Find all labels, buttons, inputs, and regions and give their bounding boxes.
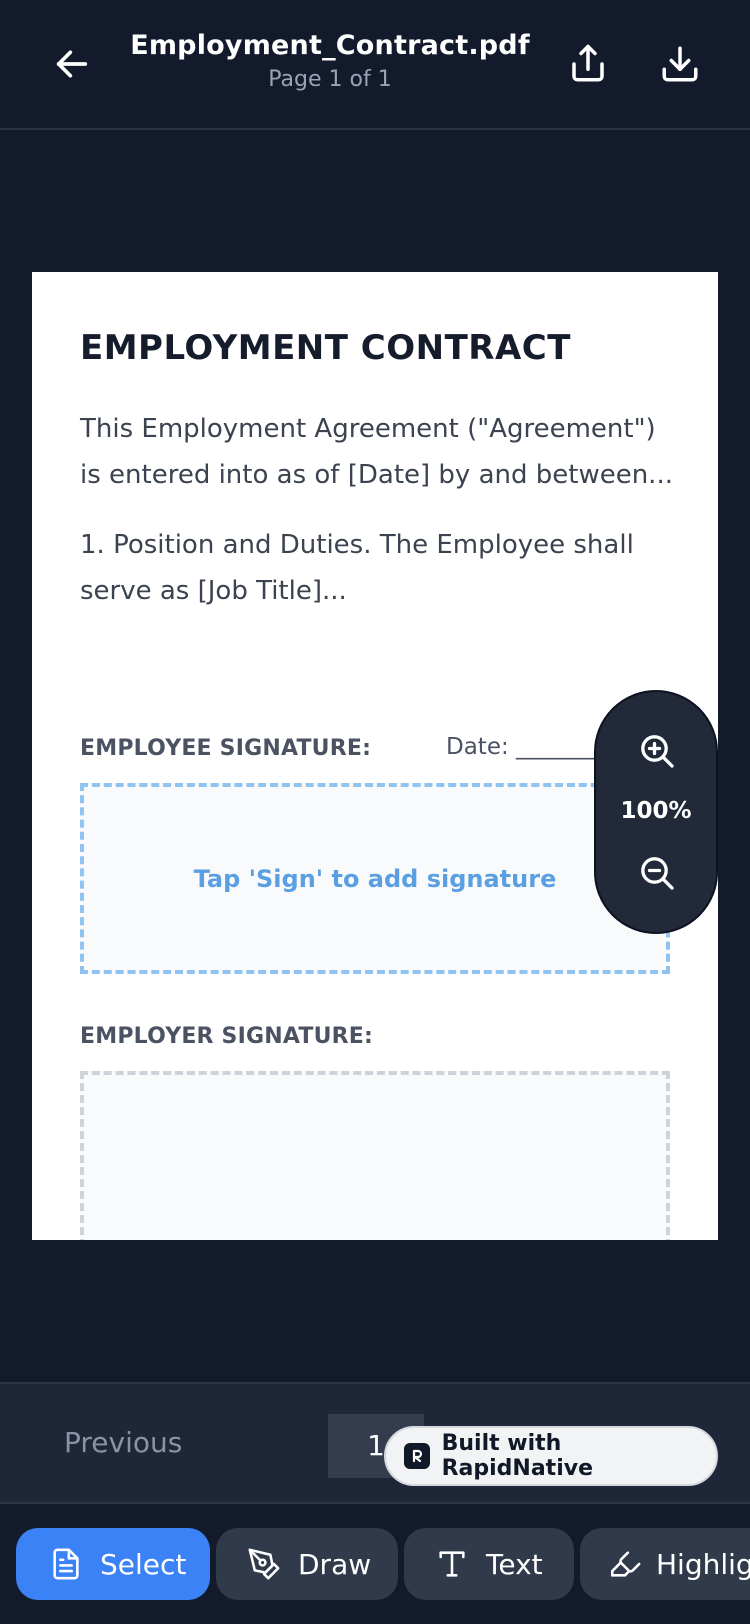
- employer-signature-field[interactable]: [80, 1071, 670, 1240]
- zoom-in-icon: [641, 735, 674, 768]
- tool-label: Select: [100, 1547, 187, 1581]
- employee-signature-field[interactable]: Tap 'Sign' to add signature: [80, 783, 670, 974]
- zoom-in-button[interactable]: [626, 720, 688, 782]
- share-button[interactable]: [556, 30, 620, 98]
- document-icon: [46, 1544, 86, 1584]
- employee-signature-label: EMPLOYEE SIGNATURE:: [80, 736, 372, 761]
- tool-text-button[interactable]: Text: [404, 1528, 574, 1600]
- badge-text: Built with RapidNative: [441, 1431, 593, 1481]
- title-group: Employment_Contract.pdf Page 1 of 1: [130, 30, 530, 92]
- highlighter-icon: [608, 1544, 642, 1584]
- annotation-toolbar: Select Draw Text Highlig: [0, 1504, 750, 1624]
- share-icon: [572, 44, 604, 82]
- arrow-left-icon: [56, 50, 88, 78]
- header-bar: Employment_Contract.pdf Page 1 of 1: [0, 0, 750, 130]
- built-with-badge[interactable]: Built with RapidNative: [384, 1426, 718, 1486]
- document-paragraph: This Employment Agreement ("Agreement") …: [80, 414, 673, 490]
- tool-label: Text: [486, 1547, 543, 1581]
- zoom-out-icon: [641, 857, 674, 890]
- tool-label: Highlight: [656, 1547, 750, 1581]
- download-button[interactable]: [648, 30, 712, 98]
- pen-icon: [244, 1544, 284, 1584]
- tool-label: Draw: [298, 1547, 372, 1581]
- rapidnative-logo-icon: [404, 1443, 430, 1469]
- zoom-control: 100%: [594, 690, 718, 934]
- download-icon: [662, 46, 698, 82]
- tool-highlight-button[interactable]: Highlight: [580, 1528, 750, 1600]
- file-title: Employment_Contract.pdf: [130, 30, 530, 61]
- document-paragraph: 1. Position and Duties. The Employee sha…: [80, 530, 634, 606]
- document-heading: EMPLOYMENT CONTRACT: [80, 328, 571, 368]
- tool-draw-button[interactable]: Draw: [216, 1528, 398, 1600]
- employer-signature-label: EMPLOYER SIGNATURE:: [80, 1024, 374, 1049]
- pdf-viewer-screen: Employment_Contract.pdf Page 1 of 1 EMPL…: [0, 0, 750, 1624]
- zoom-out-button[interactable]: [626, 842, 688, 904]
- tool-select-button[interactable]: Select: [16, 1528, 210, 1600]
- back-button[interactable]: [40, 30, 104, 98]
- text-icon: [432, 1544, 472, 1584]
- page-indicator: Page 1 of 1: [268, 67, 392, 92]
- previous-page-button[interactable]: Previous: [64, 1426, 182, 1459]
- zoom-level: 100%: [620, 798, 692, 824]
- signature-hint: Tap 'Sign' to add signature: [193, 864, 557, 893]
- pagination-bar: Previous 1 Built with RapidNative: [0, 1382, 750, 1504]
